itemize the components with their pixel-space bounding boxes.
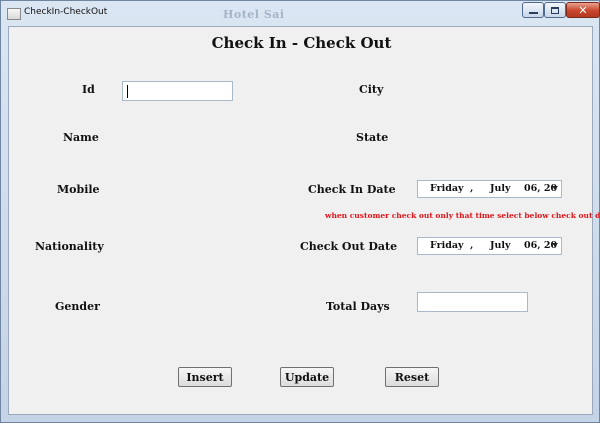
dropdown-arrow-icon[interactable] (552, 243, 558, 247)
window-app-icon (7, 8, 21, 20)
label-id: Id (82, 83, 95, 96)
close-button[interactable]: ✕ (566, 2, 600, 18)
label-nationality: Nationality (35, 240, 104, 253)
check-in-month: July (490, 183, 511, 194)
check-out-month: July (490, 240, 511, 251)
form-heading: Check In - Check Out (211, 34, 392, 52)
label-total-days: Total Days (326, 300, 390, 313)
label-check-in-date: Check In Date (308, 183, 396, 196)
reset-button[interactable]: Reset (385, 367, 439, 387)
insert-button[interactable]: Insert (178, 367, 232, 387)
total-days-input-box[interactable] (417, 292, 528, 314)
background-window-title: Hotel Sai (223, 8, 285, 21)
minimize-icon (528, 12, 538, 14)
id-input-box[interactable] (122, 81, 233, 103)
check-out-day: Friday (430, 240, 464, 251)
check-out-note: when customer check out only that time s… (325, 211, 600, 220)
label-mobile: Mobile (57, 183, 100, 196)
minimize-button[interactable] (522, 2, 544, 18)
title-bar[interactable]: CheckIn-CheckOut Hotel Sai ✕ (1, 1, 600, 27)
total-days-input[interactable] (418, 295, 527, 314)
label-check-out-date: Check Out Date (300, 240, 398, 253)
label-name: Name (63, 131, 99, 144)
label-city: City (359, 83, 384, 96)
maximize-button[interactable] (544, 2, 566, 18)
check-in-day: Friday (430, 183, 464, 194)
close-icon: ✕ (578, 3, 588, 17)
update-button[interactable]: Update (280, 367, 334, 387)
window-title: CheckIn-CheckOut (24, 7, 108, 17)
maximize-icon (551, 6, 559, 14)
label-gender: Gender (55, 300, 100, 313)
check-in-separator: , (470, 183, 474, 194)
check-in-date-picker[interactable]: Friday , July 06, 20 (417, 180, 562, 198)
text-caret (127, 85, 128, 98)
label-state: State (356, 131, 389, 144)
check-out-date-picker[interactable]: Friday , July 06, 20 (417, 237, 562, 255)
dropdown-arrow-icon[interactable] (552, 186, 558, 190)
app-window: CheckIn-CheckOut Hotel Sai ✕ Check In - … (0, 0, 600, 423)
form-client-area: Check In - Check Out Id Name Mobile Nati… (8, 26, 600, 415)
id-input[interactable] (123, 84, 232, 103)
check-out-separator: , (470, 240, 474, 251)
